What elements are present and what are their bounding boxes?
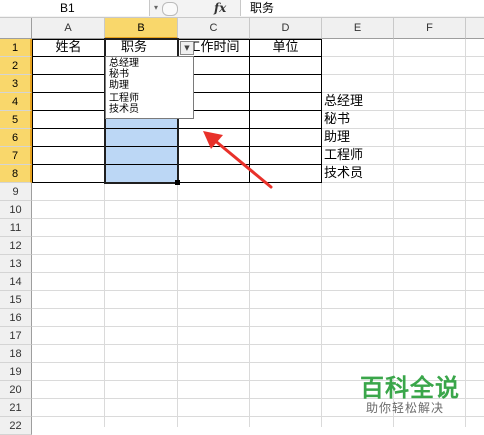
row-header-17[interactable]: 17	[0, 327, 32, 345]
row-header-11[interactable]: 11	[0, 219, 32, 237]
row-header-10[interactable]: 10	[0, 201, 32, 219]
row-header-4[interactable]: 4	[0, 93, 32, 111]
formula-input[interactable]	[240, 0, 484, 16]
row-header-1[interactable]: 1	[0, 39, 32, 57]
name-box[interactable]: B1	[0, 0, 150, 16]
cell-e4[interactable]: 总经理	[324, 93, 393, 111]
cell-e6[interactable]: 助理	[324, 129, 393, 147]
cell-a1[interactable]: 姓名	[33, 39, 104, 57]
cell-e8[interactable]: 技术员	[324, 165, 393, 183]
dropdown-option-3[interactable]: 工程师	[109, 93, 139, 104]
cell-e7[interactable]: 工程师	[324, 147, 393, 165]
row-header-15[interactable]: 15	[0, 291, 32, 309]
row-header-16[interactable]: 16	[0, 309, 32, 327]
annotation-arrow-icon	[203, 131, 273, 189]
row-header-3[interactable]: 3	[0, 75, 32, 93]
fill-handle[interactable]	[175, 180, 180, 185]
row-header-21[interactable]: 21	[0, 399, 32, 417]
insert-function-icon[interactable]: fx	[214, 0, 226, 16]
validation-dropdown-list: 总经理 秘书 助理 工程师 技术员	[105, 56, 194, 119]
select-all-corner[interactable]	[0, 18, 32, 39]
row-header-20[interactable]: 20	[0, 381, 32, 399]
cell-d1[interactable]: 单位	[250, 39, 321, 57]
row-header-7[interactable]: 7	[0, 147, 32, 165]
row-header-13[interactable]: 13	[0, 255, 32, 273]
row-header-12[interactable]: 12	[0, 237, 32, 255]
dropdown-arrow-button[interactable]: ▼	[180, 41, 194, 55]
row-header-19[interactable]: 19	[0, 363, 32, 381]
column-header-d[interactable]: D	[250, 18, 322, 39]
row-header-2[interactable]: 2	[0, 57, 32, 75]
row-header-6[interactable]: 6	[0, 129, 32, 147]
column-header-a[interactable]: A	[32, 18, 105, 39]
dropdown-option-1[interactable]: 秘书	[109, 69, 129, 80]
row-header-14[interactable]: 14	[0, 273, 32, 291]
row-header-8[interactable]: 8	[0, 165, 32, 183]
column-header-f[interactable]: F	[394, 18, 466, 39]
name-box-dropdown-icon[interactable]: ▾	[151, 0, 161, 16]
formula-bar-divider-handle[interactable]	[162, 2, 178, 16]
row-header-9[interactable]: 9	[0, 183, 32, 201]
dropdown-option-0[interactable]: 总经理	[109, 58, 139, 69]
watermark-subtitle: 助你轻松解决	[366, 401, 445, 415]
dropdown-option-4[interactable]: 技术员	[109, 104, 139, 115]
column-header-e[interactable]: E	[322, 18, 394, 39]
row-header-22[interactable]: 22	[0, 417, 32, 435]
watermark-title: 百科全说	[360, 374, 460, 402]
row-header-5[interactable]: 5	[0, 111, 32, 129]
column-header-b[interactable]: B	[105, 18, 178, 39]
column-header-c[interactable]: C	[178, 18, 250, 39]
dropdown-option-2[interactable]: 助理	[109, 80, 129, 91]
cell-e5[interactable]: 秘书	[324, 111, 393, 129]
formula-bar: B1 ▾ fx 职务	[0, 0, 484, 18]
row-header-18[interactable]: 18	[0, 345, 32, 363]
column-header-g[interactable]	[466, 18, 484, 39]
formula-content: 职务	[250, 1, 275, 15]
